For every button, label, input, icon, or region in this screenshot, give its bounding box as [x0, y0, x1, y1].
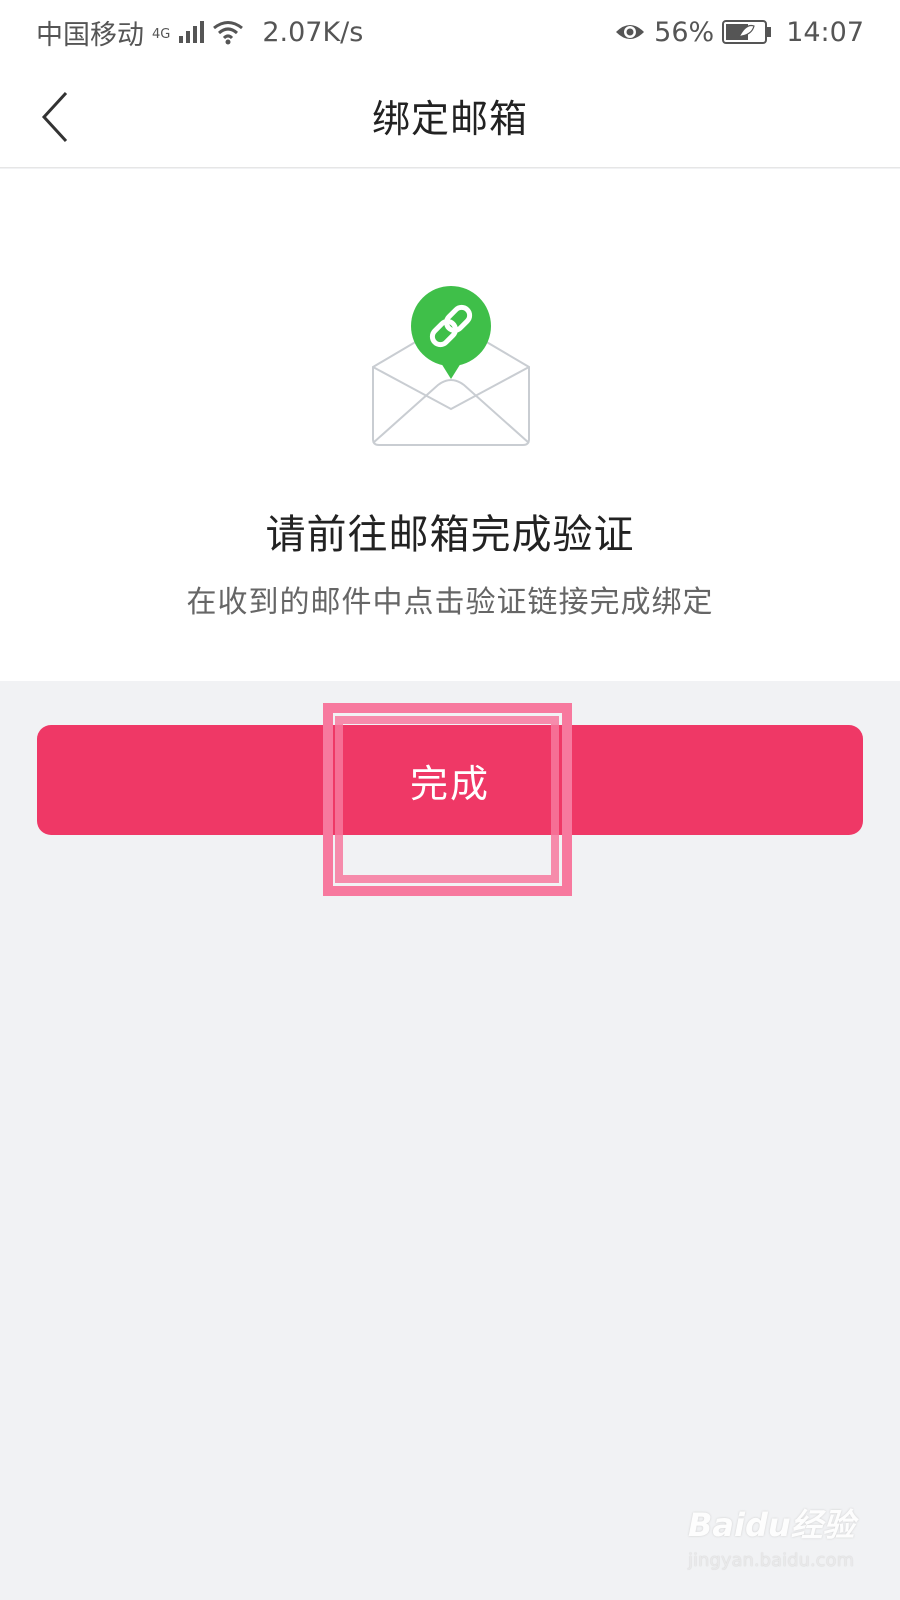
- page-title: 绑定邮箱: [371, 97, 528, 141]
- watermark-url: jingyan.baidu.com: [688, 1550, 855, 1571]
- status-bar: 中国移动 4G 2.07K/s 56% 14:07: [0, 0, 900, 64]
- status-left: 中国移动 4G 2.07K/s: [36, 13, 363, 52]
- sub-message: 在收到的邮件中点击验证链接完成绑定: [186, 585, 714, 620]
- carrier-name: 中国移动: [36, 19, 144, 51]
- clock-time: 14:07: [786, 16, 864, 48]
- status-right: 56% 14:07: [614, 17, 864, 48]
- done-button[interactable]: 完成: [37, 725, 863, 835]
- wifi-icon: [213, 21, 244, 45]
- battery-percent: 56%: [654, 16, 715, 48]
- eye-icon: [616, 25, 645, 39]
- signal-icon: [179, 21, 205, 43]
- envelope-link-icon: [372, 286, 530, 446]
- watermark: Baidu经验 jingyan.baidu.com: [688, 1500, 878, 1590]
- main-message: 请前往邮箱完成验证: [265, 512, 635, 558]
- battery-icon: [722, 20, 772, 44]
- network-type: 4G: [152, 26, 171, 42]
- network-speed: 2.07K/s: [262, 16, 364, 48]
- verification-content: 请前往邮箱完成验证 在收到的邮件中点击验证链接完成绑定: [0, 169, 900, 681]
- nav-bar: 绑定邮箱: [0, 64, 900, 168]
- watermark-brand: Baidu经验: [688, 1506, 855, 1544]
